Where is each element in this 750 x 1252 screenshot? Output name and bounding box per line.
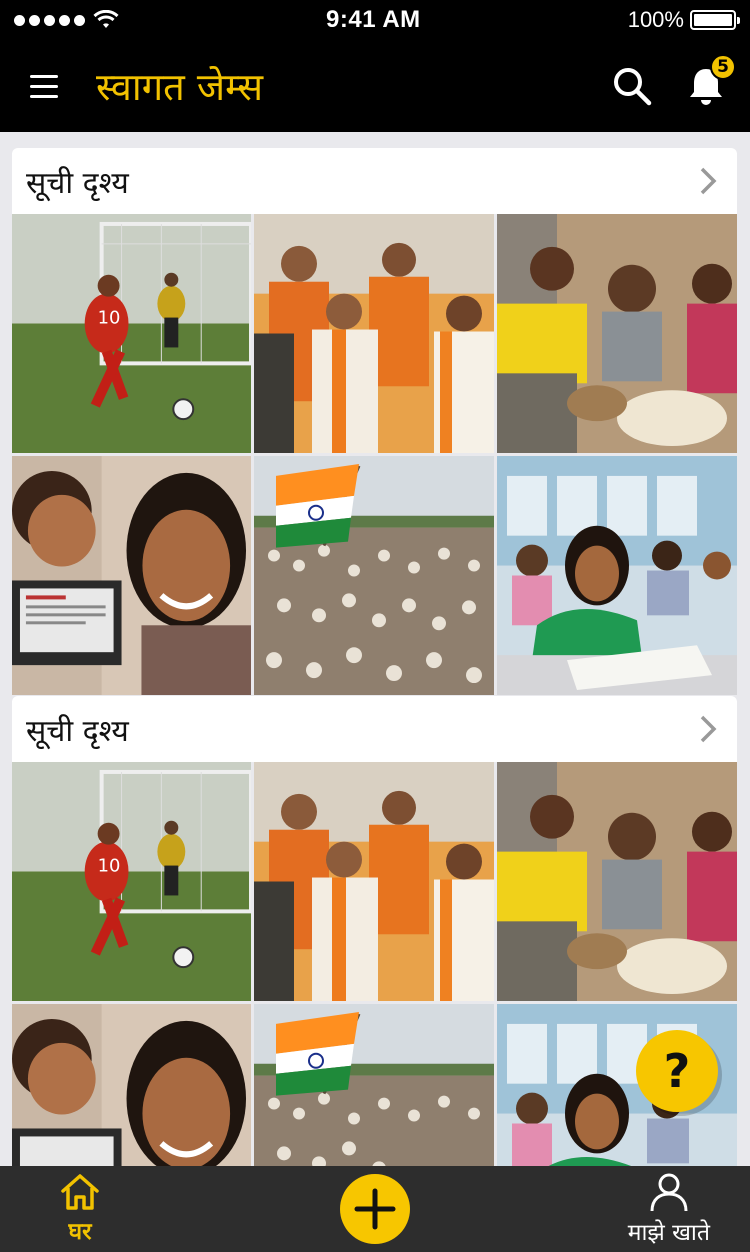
image-grid: 10 (12, 762, 737, 1166)
nav-home-label: घर (68, 1219, 92, 1245)
menu-button[interactable] (30, 66, 70, 106)
battery-icon (689, 10, 740, 30)
section-header[interactable]: सूची दृश्य (12, 696, 737, 762)
smiling-girl-photo[interactable] (12, 1004, 251, 1166)
status-time: 9:41 AM (326, 6, 421, 33)
signal-icon (14, 14, 85, 26)
section-title: सूची दृश्य (26, 713, 129, 749)
soccer-player-photo[interactable]: 10 (12, 214, 251, 453)
notification-badge: 5 (710, 54, 736, 80)
student-reading-photo[interactable] (497, 456, 737, 695)
svg-text:10: 10 (98, 308, 121, 329)
status-right: 100% (627, 7, 740, 33)
women-children-photo[interactable] (497, 762, 737, 1001)
nav-home[interactable]: घर (40, 1172, 120, 1246)
image-grid: 10 (12, 214, 737, 695)
main-content: सूची दृश्य 10 सूची दृश्य 10 (0, 132, 750, 1166)
search-button[interactable] (608, 62, 656, 110)
rally-crowd-flag-photo[interactable] (254, 1004, 494, 1166)
search-icon (614, 68, 652, 106)
leaders-greeting-photo[interactable] (254, 762, 494, 1001)
list-section: सूची दृश्य 10 (12, 696, 737, 1166)
add-button[interactable] (340, 1174, 410, 1244)
section-title: सूची दृश्य (26, 165, 129, 201)
soccer-player-photo[interactable]: 10 (12, 762, 251, 1001)
app-header: स्वागत जेम्स 5 (0, 40, 750, 132)
menu-icon (30, 74, 58, 78)
svg-text:10: 10 (98, 856, 121, 877)
help-icon: ? (663, 1044, 691, 1098)
header-actions: 5 (608, 54, 736, 110)
page-title: स्वागत जेम्स (96, 65, 264, 109)
nav-account-label: माझे खाते (627, 1220, 710, 1246)
smiling-girl-photo[interactable] (12, 456, 251, 695)
status-left (14, 10, 119, 30)
section-header[interactable]: सूची दृश्य (12, 148, 737, 214)
women-children-photo[interactable] (497, 214, 737, 453)
status-bar: 9:41 AM 100% (0, 0, 750, 40)
home-icon (61, 1174, 99, 1210)
user-icon (650, 1173, 688, 1212)
battery-percent: 100% (627, 7, 684, 32)
nav-account[interactable]: माझे खाते (628, 1171, 710, 1247)
bottom-nav: घर माझे खाते (0, 1166, 750, 1252)
notifications-button[interactable]: 5 (682, 54, 736, 110)
plus-icon (354, 1188, 396, 1230)
rally-crowd-flag-photo[interactable] (254, 456, 494, 695)
help-button[interactable]: ? (636, 1030, 718, 1112)
chevron-right-icon (693, 166, 723, 196)
list-section: सूची दृश्य 10 (12, 148, 737, 695)
leaders-greeting-photo[interactable] (254, 214, 494, 453)
wifi-icon (93, 10, 119, 28)
chevron-right-icon (693, 714, 723, 744)
